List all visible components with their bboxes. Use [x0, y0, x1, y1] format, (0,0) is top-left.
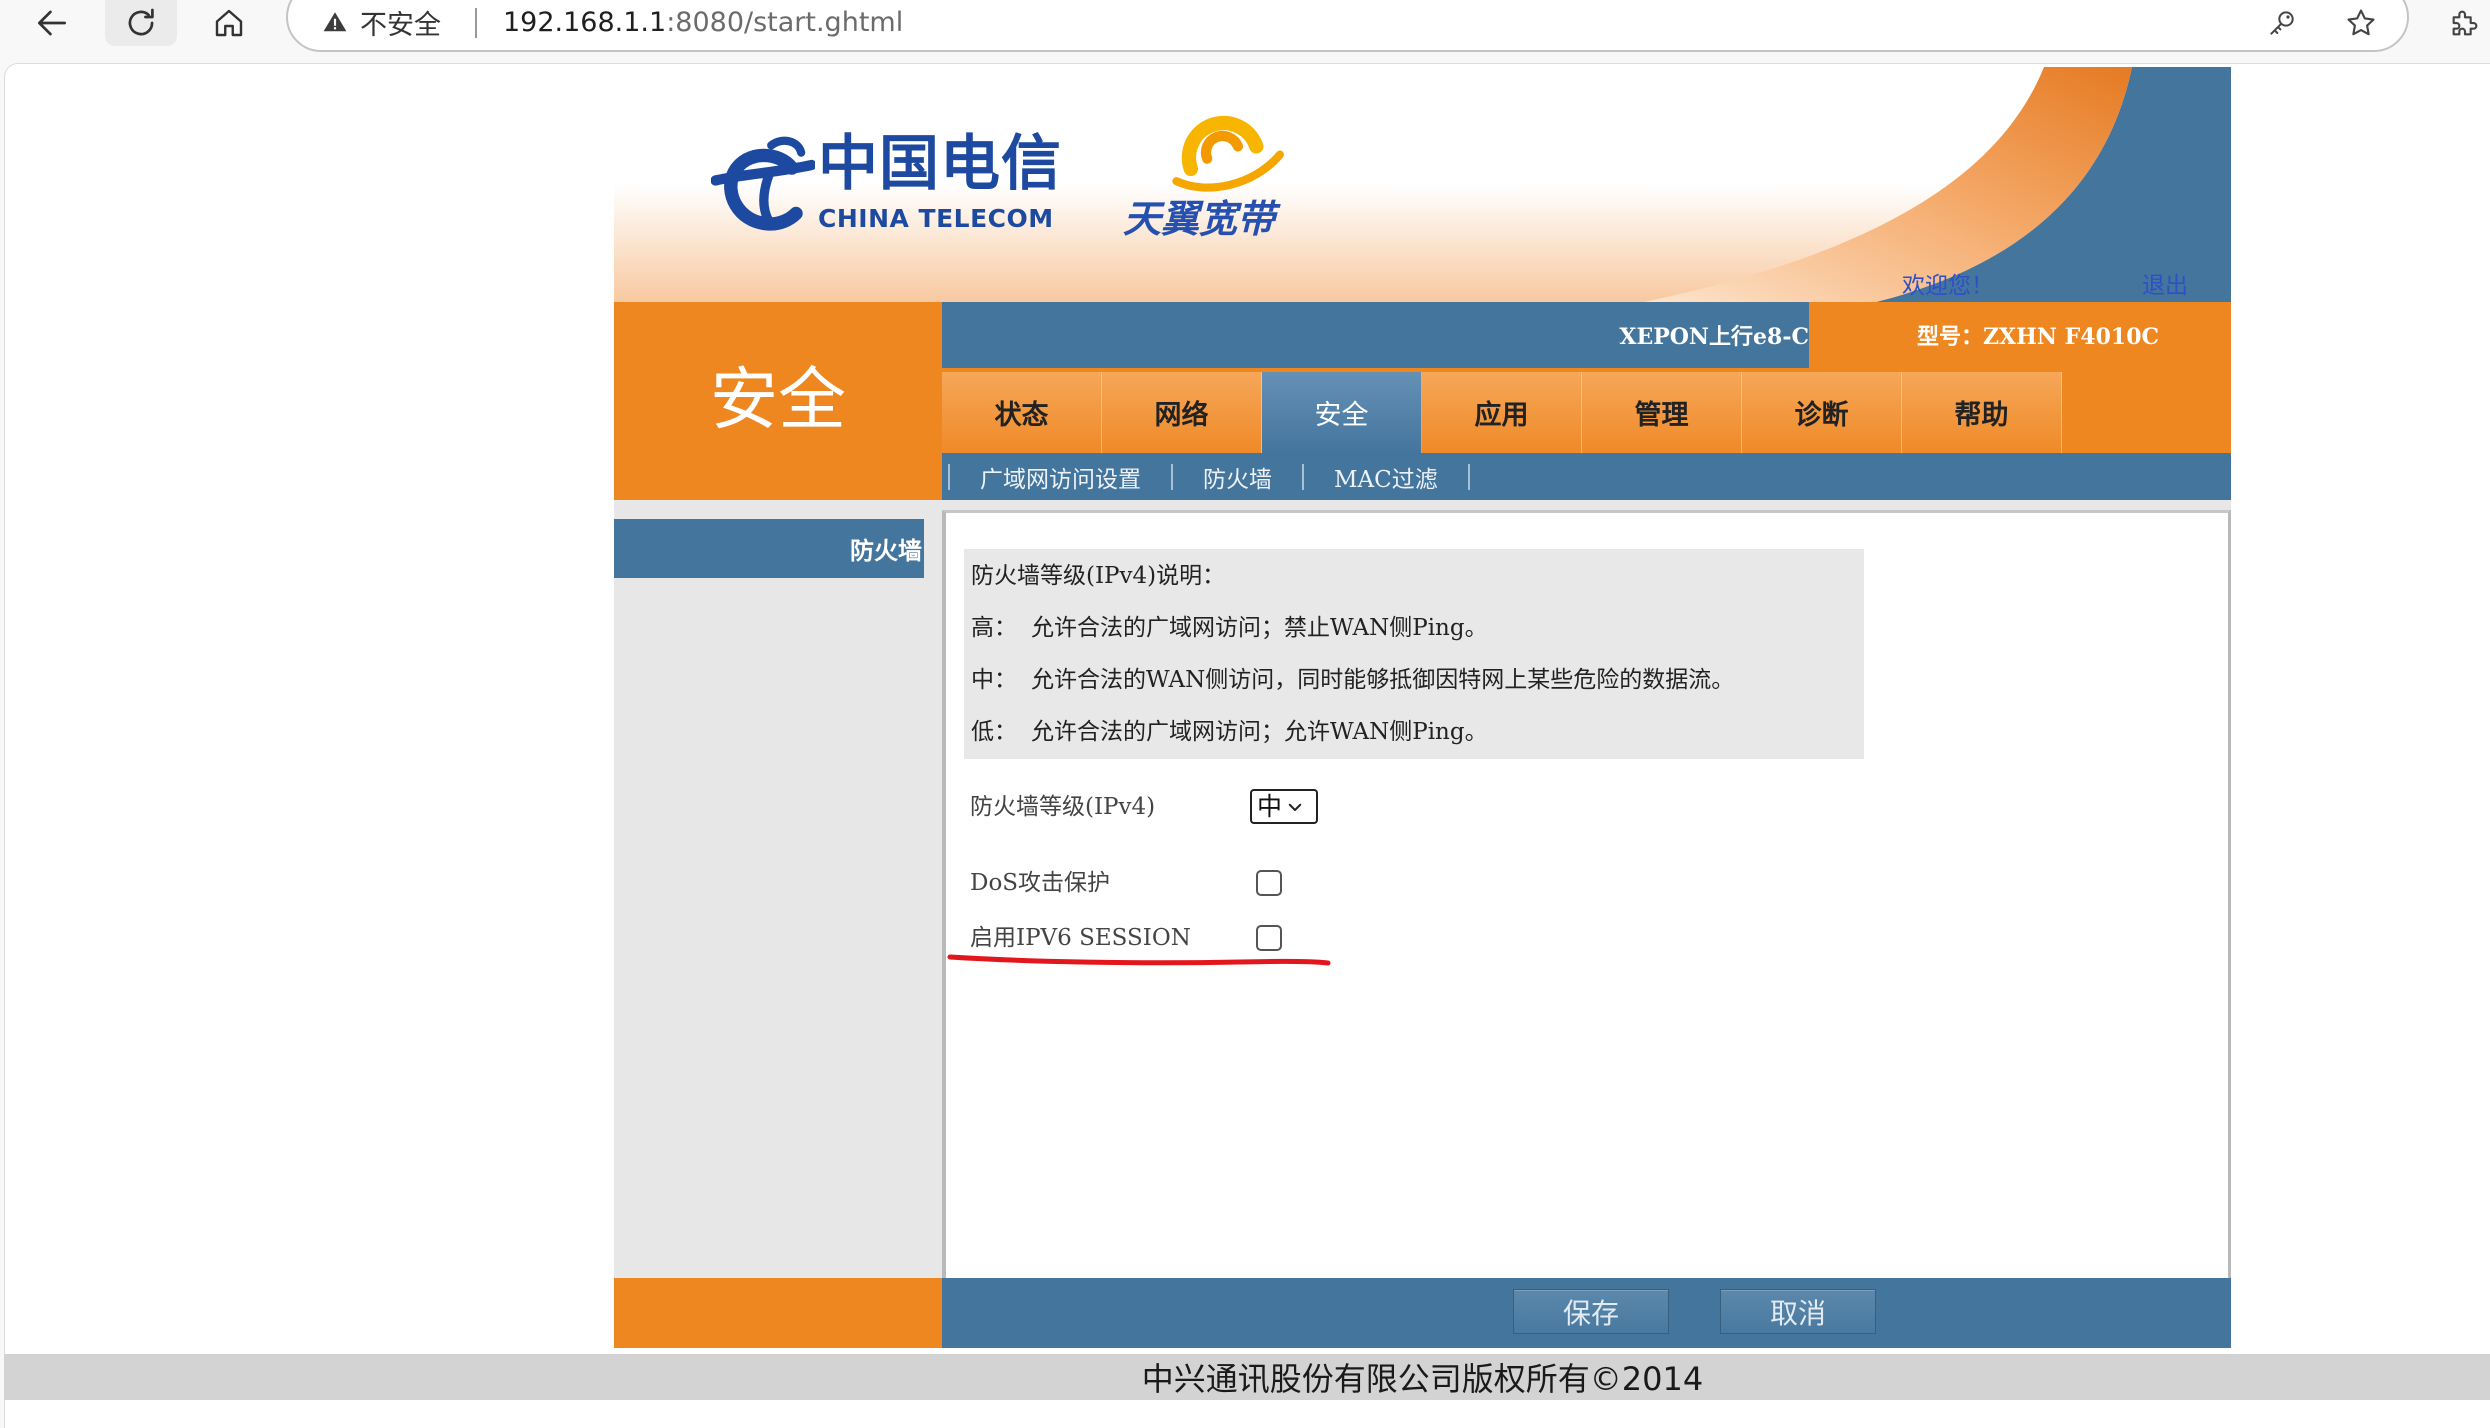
brand-text: 天翼宽带: [1123, 197, 1276, 241]
puzzle-icon: [2452, 10, 2478, 36]
red-underline-annotation: [947, 954, 1331, 966]
info-line-low: 低： 允许合法的广域网访问；允许WAN侧Ping。: [971, 706, 1864, 758]
reload-icon: [128, 8, 154, 36]
tab-network[interactable]: 网络: [1102, 372, 1262, 453]
home-button[interactable]: [193, 0, 265, 46]
security-label: 不安全: [360, 9, 441, 41]
tab-help[interactable]: 帮助: [1902, 372, 2062, 453]
star-icon: [2347, 9, 2375, 36]
info-text: 允许合法的广域网访问；允许WAN侧Ping。: [1031, 719, 1488, 745]
firewall-info-box: 防火墙等级(IPv4)说明： 高： 允许合法的广域网访问；禁止WAN侧Ping。 …: [964, 549, 1864, 759]
firewall-level-value: 中: [1257, 791, 1283, 821]
info-line-medium: 中： 允许合法的WAN侧访问，同时能够抵御因特网上某些危险的数据流。: [971, 654, 1864, 706]
subnav-label: 广域网访问设置: [980, 466, 1141, 493]
tab-label: 网络: [1154, 400, 1209, 431]
key-icon: [2270, 11, 2294, 35]
password-button[interactable]: [2246, 0, 2318, 46]
sidebar-item-label: 防火墙: [850, 536, 922, 565]
bottom-bar-left: [614, 1278, 942, 1348]
tab-management[interactable]: 管理: [1582, 372, 1742, 453]
model-text: 型号：ZXHN F4010C: [1917, 324, 2160, 350]
chevron-down-icon: [1288, 803, 1302, 811]
firewall-level-label: 防火墙等级(IPv4): [970, 794, 1156, 820]
cancel-button[interactable]: 取消: [1720, 1289, 1876, 1334]
header-banner: 中国电信 CHINA TELECOM 天翼宽带 欢迎您！ 退出: [614, 67, 2231, 302]
section-header: 安全: [614, 302, 942, 500]
url-path: :8080/start.ghtml: [666, 6, 904, 38]
address-separator: [475, 8, 477, 38]
info-level: 高：: [971, 615, 1017, 641]
info-title: 防火墙等级(IPv4)说明：: [971, 563, 1226, 589]
sidebar-item-firewall[interactable]: 防火墙: [614, 519, 924, 578]
section-title: 安全: [709, 361, 846, 440]
tab-diagnostics[interactable]: 诊断: [1742, 372, 1902, 453]
back-arrow-icon: [37, 10, 67, 36]
tab-label: 状态: [994, 400, 1049, 431]
tab-status[interactable]: 状态: [942, 372, 1102, 453]
tab-label: 应用: [1474, 400, 1529, 431]
save-button[interactable]: 保存: [1513, 1289, 1669, 1334]
warning-triangle-icon: [323, 12, 347, 32]
info-line-high: 高： 允许合法的广域网访问；禁止WAN侧Ping。: [971, 602, 1864, 654]
tab-label: 安全: [1314, 400, 1369, 431]
subnav-firewall[interactable]: 防火墙: [1173, 463, 1304, 493]
home-icon: [215, 9, 243, 37]
sidebar: [614, 500, 942, 1278]
footer-copyright: 中兴通讯股份有限公司版权所有©2014: [614, 1354, 2231, 1400]
logo-chinese-text: 中国电信: [818, 129, 1062, 199]
reload-button[interactable]: [105, 0, 177, 46]
info-text: 允许合法的WAN侧访问，同时能够抵御因特网上某些危险的数据流。: [1031, 667, 1735, 693]
copyright-text: 中兴通讯股份有限公司版权所有©2014: [1141, 1360, 1704, 1398]
dos-protection-checkbox[interactable]: [1256, 870, 1282, 896]
logout-link[interactable]: 退出: [2142, 271, 2188, 301]
tab-label: 管理: [1634, 400, 1689, 431]
logo-english-text: CHINA TELECOM: [818, 204, 1054, 233]
china-telecom-logo-icon: [711, 136, 815, 231]
tab-label: 诊断: [1794, 400, 1849, 431]
info-level: 中：: [971, 667, 1017, 693]
dos-protection-label: DoS攻击保护: [970, 870, 1111, 896]
subnav-mac-filter[interactable]: MAC过滤: [1304, 463, 1470, 493]
save-button-label: 保存: [1562, 1296, 1619, 1330]
info-level: 低：: [971, 719, 1017, 745]
tab-label: 帮助: [1954, 400, 2009, 431]
device-info-bar: XEPON上行e8-C: [942, 302, 1809, 368]
firewall-level-select[interactable]: 中: [1250, 789, 1318, 824]
subnav-label: 防火墙: [1203, 466, 1272, 493]
tab-security[interactable]: 安全: [1262, 372, 1422, 453]
tianyi-swirl-icon: [1172, 115, 1284, 192]
extensions-button[interactable]: [2440, 0, 2490, 46]
security-indicator[interactable]: 不安全: [322, 0, 441, 44]
main-tabs: 状态 网络 安全 应用 管理 诊断 帮助: [942, 372, 2062, 453]
url-text[interactable]: 192.168.1.1:8080/start.ghtml: [503, 0, 903, 44]
sub-nav: 广域网访问设置 防火墙 MAC过滤: [942, 453, 2231, 500]
welcome-text: 欢迎您！: [1902, 273, 1994, 299]
uplink-text: XEPON上行e8-C: [1619, 324, 1809, 350]
main-nav: 状态 网络 安全 应用 管理 诊断 帮助: [942, 368, 2231, 453]
cancel-button-label: 取消: [1769, 1296, 1826, 1330]
subnav-label: MAC过滤: [1334, 466, 1438, 493]
tab-application[interactable]: 应用: [1422, 372, 1582, 453]
back-button[interactable]: [16, 0, 88, 46]
url-host: 192.168.1.1: [503, 6, 667, 38]
model-box: 型号：ZXHN F4010C: [1809, 302, 2231, 368]
info-text: 允许合法的广域网访问；禁止WAN侧Ping。: [1031, 615, 1488, 641]
favorite-button[interactable]: [2325, 0, 2397, 46]
subnav-wan-access[interactable]: 广域网访问设置: [948, 463, 1173, 493]
